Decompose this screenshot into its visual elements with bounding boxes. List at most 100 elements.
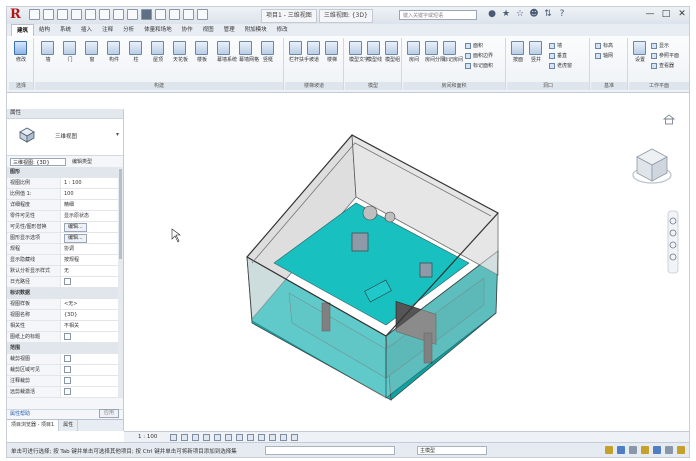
select-underlay-icon[interactable] [629,446,637,454]
dimension-icon[interactable] [113,9,124,20]
grid-button[interactable]: 轴网 [595,52,613,60]
model-line-button[interactable]: 模型线 [367,41,382,64]
worksharing-icon[interactable] [280,434,287,441]
tab-architecture[interactable]: 建筑 [11,24,35,36]
area-button[interactable]: 面积 [465,42,483,50]
mullion-button[interactable]: 竖梃 [261,41,275,64]
room-separator-button[interactable]: 房间分隔 [425,41,445,64]
3d-view-icon[interactable] [141,9,152,20]
scroll-thumb[interactable] [119,169,122,259]
search-input[interactable]: 键入关键字或短语 [399,10,477,20]
render-icon[interactable] [214,434,221,441]
chevron-down-icon[interactable]: ▾ [116,131,119,138]
stair-button[interactable]: 楼梯 [325,41,339,64]
door-button[interactable]: 门 [63,41,77,64]
tab-insert[interactable]: 插入 [76,24,97,36]
by-face-button[interactable]: 按面 [511,41,525,64]
component-button[interactable]: 构件 [107,41,121,64]
tab-addins[interactable]: 附加模块 [240,24,272,36]
viewcube-icon[interactable] [632,148,672,184]
show-crop-icon[interactable] [236,434,243,441]
wall-opening-button[interactable]: 墙 [549,42,562,50]
modify-button[interactable]: 修改 [14,41,28,64]
editable-only-icon[interactable] [605,446,613,454]
property-checkbox[interactable] [64,366,71,373]
property-value[interactable]: 编辑... [60,222,123,232]
select-by-face-icon[interactable] [653,446,661,454]
open-icon[interactable] [29,9,40,20]
model-text-button[interactable]: 模型文字 [349,41,369,64]
curtain-grid-button[interactable]: 幕墙网格 [239,41,259,64]
binoculars-icon[interactable]: ● [487,9,497,20]
subscription-icon[interactable]: ★ [501,9,511,20]
property-value[interactable]: 无 [60,266,123,276]
property-value[interactable]: <无> [60,299,123,309]
edit-button[interactable]: 编辑... [64,223,87,232]
crop-view-icon[interactable] [225,434,232,441]
property-value[interactable]: {3D} [60,310,123,320]
shaft-button[interactable]: 竖井 [529,41,543,64]
undo-icon[interactable] [57,9,68,20]
navigation-bar[interactable] [667,210,679,274]
temp-hide-icon[interactable] [258,434,265,441]
property-value[interactable]: 100 [60,189,123,199]
window-button[interactable]: 窗 [85,41,99,64]
property-value[interactable]: 不相关 [60,321,123,331]
model-group-button[interactable]: 模型组 [385,41,400,64]
shadows-icon[interactable] [203,434,210,441]
property-value[interactable]: 编辑... [60,233,123,243]
roof-button[interactable]: 屋顶 [151,41,165,64]
title-tab-view[interactable]: 三维视图: {3D} [318,9,373,23]
revit-logo-icon[interactable]: R [10,8,24,22]
filter-icon[interactable] [677,446,685,454]
property-value[interactable]: 协调 [60,244,123,254]
property-checkbox[interactable] [64,388,71,395]
detail-level-icon[interactable] [170,434,177,441]
ceiling-button[interactable]: 天花板 [173,41,188,64]
tag-room-button[interactable]: 标记房间 [443,41,463,64]
title-tab-project[interactable]: 项目1 - 三维视图 [261,9,317,23]
property-checkbox[interactable] [64,278,71,285]
tab-analyze[interactable]: 分析 [118,24,139,36]
model-field[interactable]: 主模型 [417,446,487,455]
property-section-header[interactable]: 标识数据 [7,288,123,299]
tab-modify[interactable]: 修改 [272,24,293,36]
property-value[interactable]: 显示原状态 [60,211,123,221]
star-icon[interactable]: ☆ [515,9,525,20]
floor-button[interactable]: 楼板 [195,41,209,64]
ref-plane-button[interactable]: 参照平面 [651,52,679,60]
reveal-hidden-icon[interactable] [269,434,276,441]
section-icon[interactable] [155,9,166,20]
tab-structure[interactable]: 结构 [34,24,55,36]
show-work-plane-button[interactable]: 显示 [651,42,669,50]
vertical-opening-button[interactable]: 垂直 [549,52,567,60]
print-icon[interactable] [85,9,96,20]
properties-scrollbar[interactable] [118,167,123,397]
property-value[interactable] [60,332,123,342]
tag-area-button[interactable]: 标记面积 [465,62,493,70]
property-checkbox[interactable] [64,377,71,384]
lock-view-icon[interactable] [247,434,254,441]
drag-elements-icon[interactable] [665,446,673,454]
tab-manage[interactable]: 管理 [219,24,240,36]
property-section-header[interactable]: 范围 [7,343,123,354]
tab-properties[interactable]: 属性 [59,420,79,431]
tab-massing[interactable]: 体量和场地 [139,24,177,36]
property-value[interactable]: 按规程 [60,255,123,265]
property-value[interactable] [60,376,123,386]
select-pinned-icon[interactable] [641,446,649,454]
edit-button[interactable]: 编辑... [64,234,87,243]
help-icon[interactable]: ? [557,9,567,20]
select-links-icon[interactable] [617,446,625,454]
property-section-header[interactable]: 图形 [7,167,123,178]
tab-systems[interactable]: 系统 [55,24,76,36]
edit-type-button[interactable]: 编辑类型 [72,158,92,166]
type-selector[interactable]: 三维视图 ▾ [7,119,123,156]
minimize-icon[interactable]: — [645,9,655,20]
ramp-button[interactable]: 坡道 [307,41,321,64]
tab-view[interactable]: 视图 [198,24,219,36]
property-value[interactable] [60,365,123,375]
property-value[interactable] [60,387,123,397]
property-value[interactable]: 精细 [60,200,123,210]
property-value[interactable] [60,354,123,364]
